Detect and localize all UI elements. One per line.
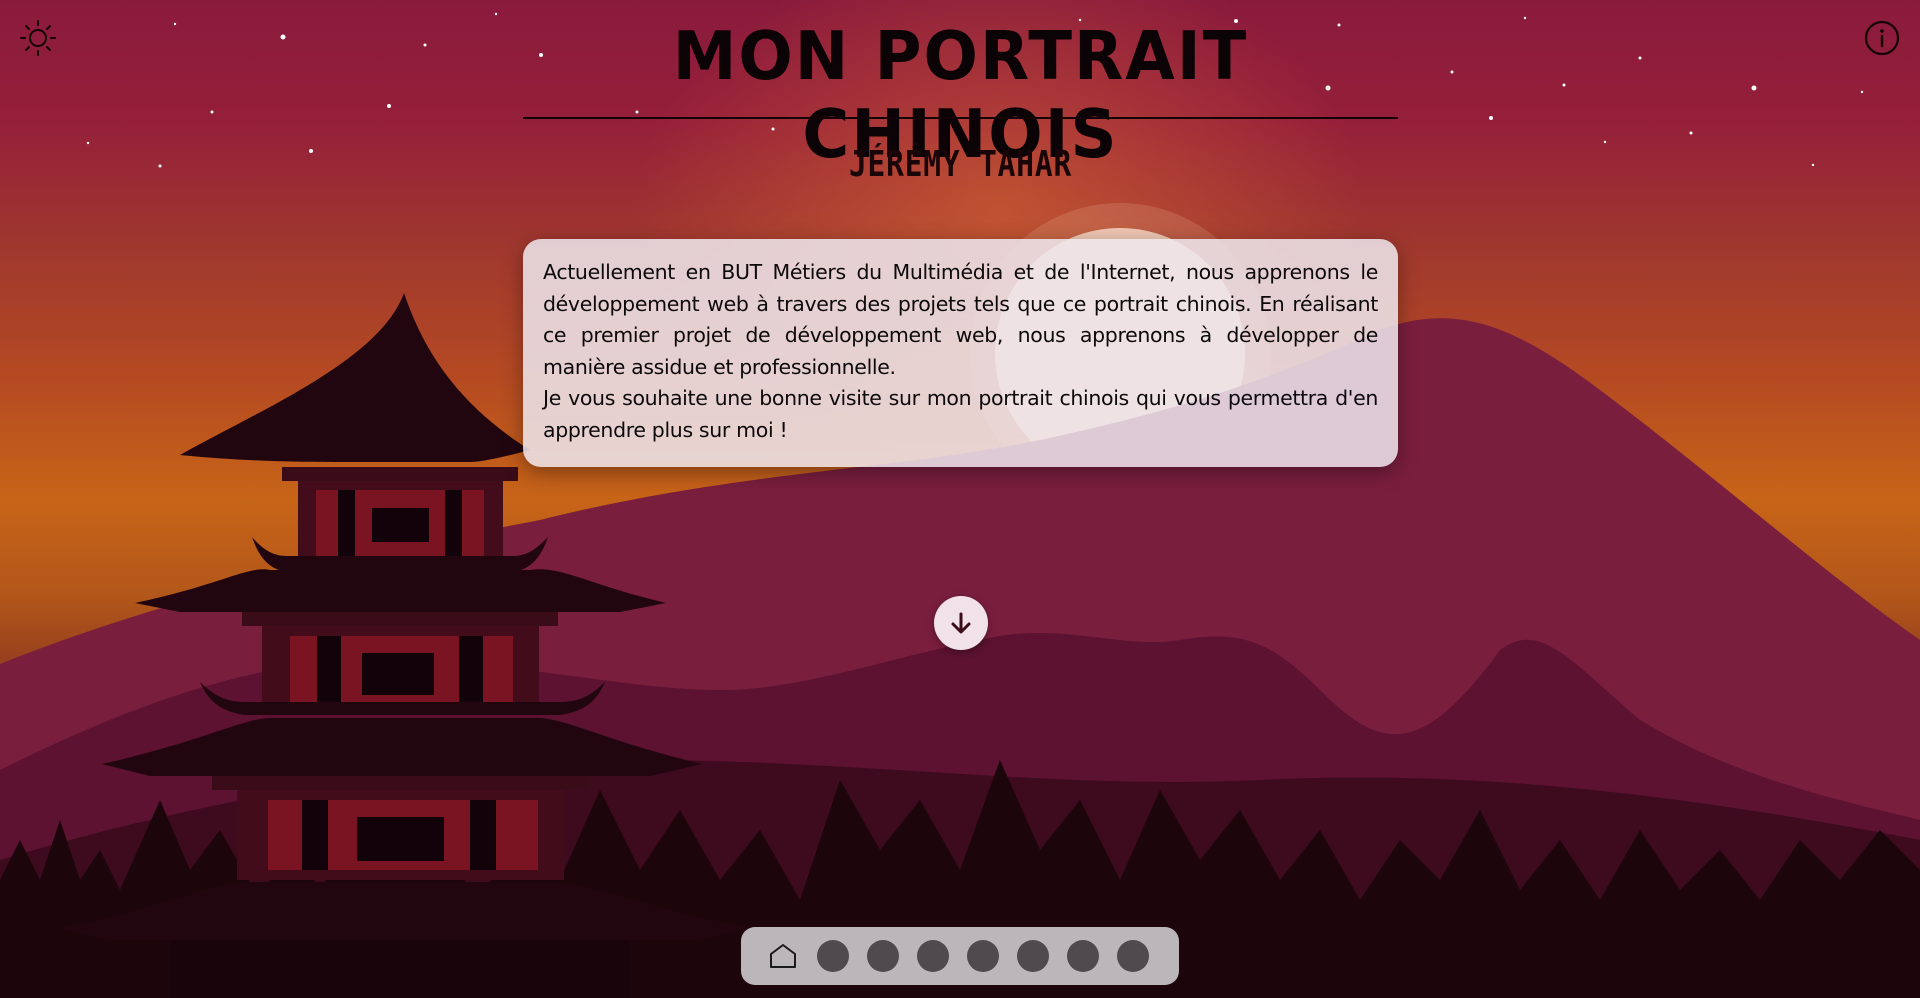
section-nav — [741, 927, 1179, 985]
intro-paragraph-1: Actuellement en BUT Métiers du Multimédi… — [543, 260, 1378, 379]
intro-paragraph-2: Je vous souhaite une bonne visite sur mo… — [543, 386, 1378, 442]
nav-dot-3[interactable] — [917, 940, 949, 972]
nav-dot-4[interactable] — [967, 940, 999, 972]
intro-card: Actuellement en BUT Métiers du Multimédi… — [523, 239, 1398, 467]
nav-dot-5[interactable] — [1017, 940, 1049, 972]
theme-toggle-button[interactable] — [16, 16, 60, 60]
info-icon — [1864, 20, 1900, 56]
title-divider — [523, 117, 1398, 119]
arrow-down-icon — [951, 612, 971, 634]
nav-dot-1[interactable] — [817, 940, 849, 972]
nav-dot-6[interactable] — [1067, 940, 1099, 972]
nav-dot-7[interactable] — [1117, 940, 1149, 972]
nav-dot-2[interactable] — [867, 940, 899, 972]
author-name: JÉRÉMY TAHAR — [848, 144, 1073, 185]
home-icon — [770, 944, 796, 968]
sun-icon — [20, 20, 56, 56]
info-button[interactable] — [1860, 16, 1904, 60]
scroll-down-button[interactable] — [934, 596, 988, 650]
nav-home-button[interactable] — [767, 940, 799, 972]
